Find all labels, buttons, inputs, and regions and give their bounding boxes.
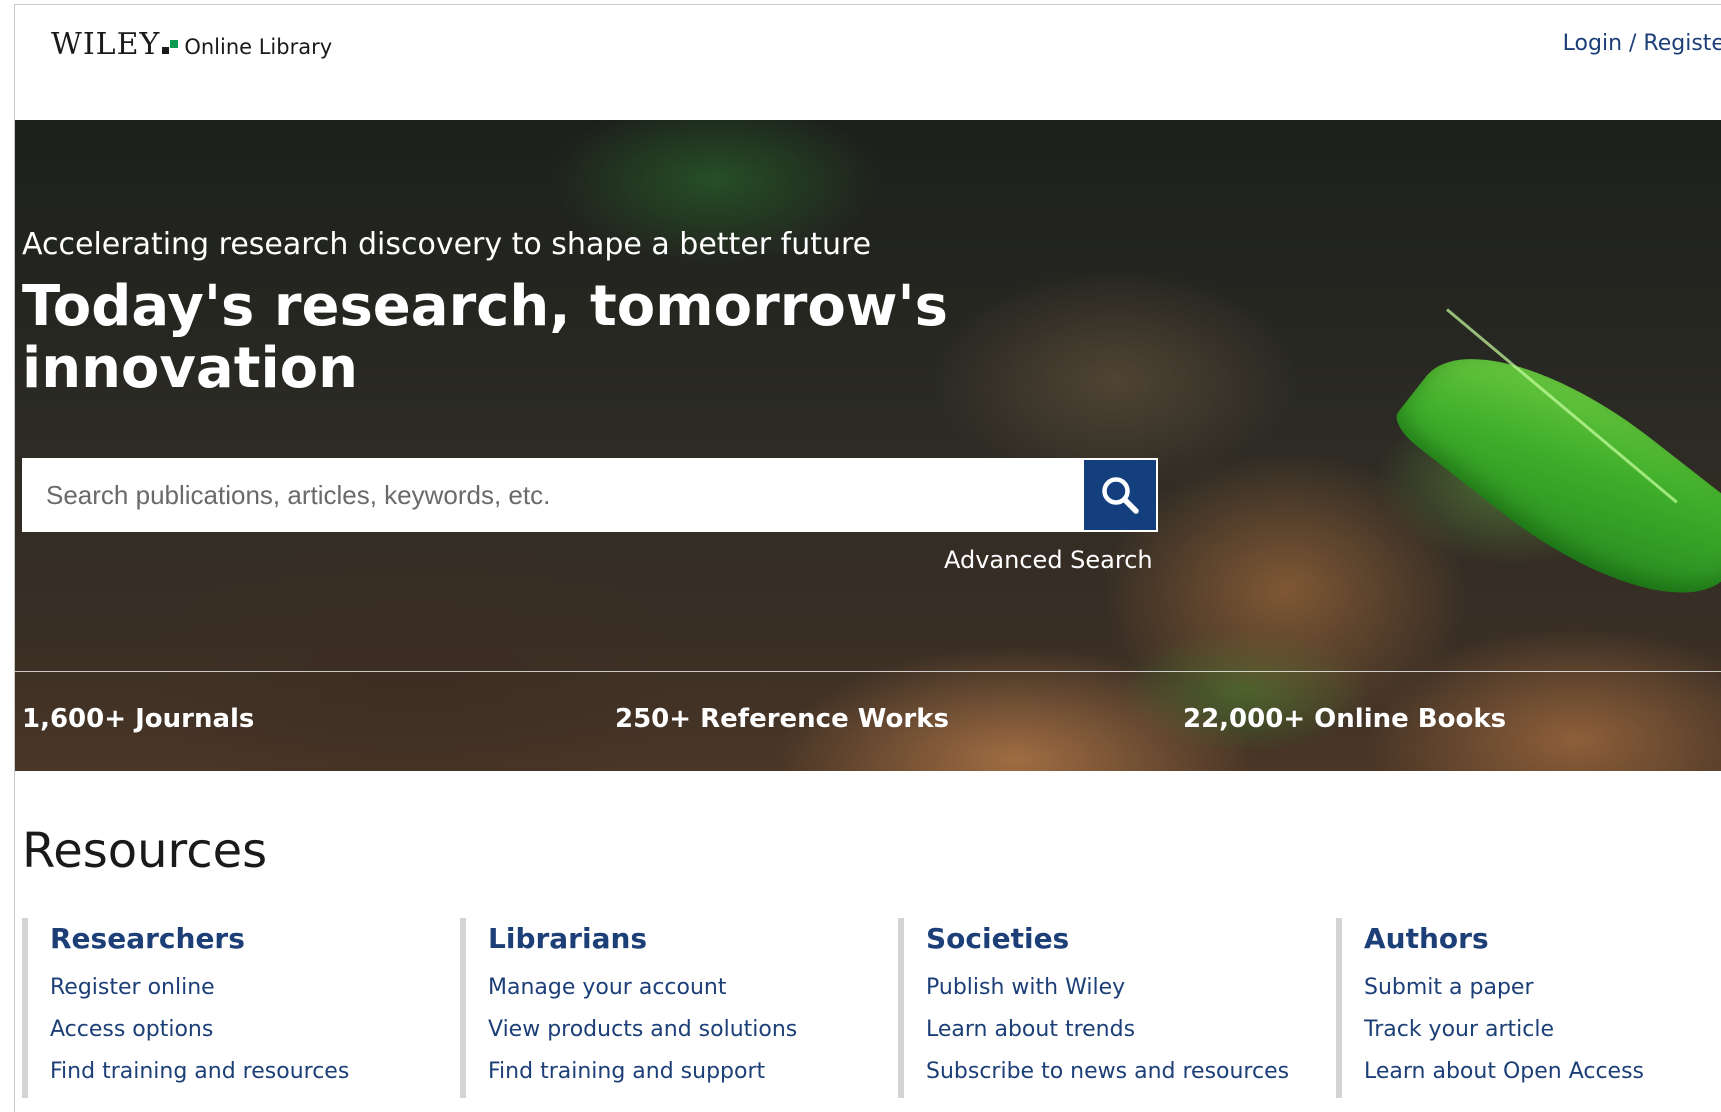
page: WILEY Online Library Login / Register Ac…	[14, 4, 1721, 1112]
resource-column-researchers: Researchers Register online Access optio…	[22, 918, 442, 1098]
resource-heading-societies[interactable]: Societies	[926, 922, 1318, 955]
hero-title: Today's research, tomorrow's innovation	[22, 274, 948, 401]
wiley-logo[interactable]: WILEY Online Library	[51, 27, 332, 62]
hero-divider	[15, 671, 1721, 672]
login-register-link[interactable]: Login / Register	[1563, 31, 1721, 56]
resource-link[interactable]: Find training and support	[488, 1059, 880, 1084]
logo-subtitle: Online Library	[184, 35, 333, 59]
resource-link[interactable]: Find training and resources	[50, 1059, 442, 1084]
resources-heading: Resources	[22, 823, 268, 879]
resource-link[interactable]: View products and solutions	[488, 1017, 880, 1042]
stat-journals[interactable]: 1,600+ Journals	[22, 704, 254, 734]
search-icon	[1102, 477, 1139, 514]
resource-link[interactable]: Manage your account	[488, 975, 880, 1000]
search-button[interactable]	[1084, 460, 1156, 530]
resource-heading-librarians[interactable]: Librarians	[488, 922, 880, 955]
search-bar	[22, 458, 1158, 532]
hero-banner: Accelerating research discovery to shape…	[15, 120, 1721, 771]
site-header: WILEY Online Library Login / Register	[15, 5, 1721, 120]
resource-link[interactable]: Subscribe to news and resources	[926, 1059, 1318, 1084]
leaf-image	[1388, 305, 1721, 646]
logo-wordmark: WILEY	[51, 27, 161, 62]
resource-link[interactable]: Learn about Open Access	[1364, 1059, 1721, 1084]
stat-reference-works[interactable]: 250+ Reference Works	[615, 704, 949, 734]
advanced-search-link[interactable]: Advanced Search	[944, 546, 1153, 574]
resource-link[interactable]: Access options	[50, 1017, 442, 1042]
resource-link[interactable]: Track your article	[1364, 1017, 1721, 1042]
logo-square-green	[170, 40, 179, 48]
resource-column-authors: Authors Submit a paper Track your articl…	[1336, 918, 1721, 1098]
resource-column-librarians: Librarians Manage your account View prod…	[460, 918, 880, 1098]
logo-square-dark	[162, 47, 170, 54]
resource-link[interactable]: Register online	[50, 975, 442, 1000]
resource-heading-authors[interactable]: Authors	[1364, 922, 1721, 955]
hero-tagline: Accelerating research discovery to shape…	[22, 227, 872, 262]
search-input[interactable]	[22, 458, 1084, 532]
resource-link[interactable]: Submit a paper	[1364, 975, 1721, 1000]
resource-column-societies: Societies Publish with Wiley Learn about…	[898, 918, 1318, 1098]
stat-online-books[interactable]: 22,000+ Online Books	[1183, 704, 1506, 734]
resource-heading-researchers[interactable]: Researchers	[50, 922, 442, 955]
logo-squares-icon	[162, 38, 180, 54]
resource-link[interactable]: Learn about trends	[926, 1017, 1318, 1042]
browser-frame: WILEY Online Library Login / Register Ac…	[0, 0, 1721, 1112]
resource-link[interactable]: Publish with Wiley	[926, 975, 1318, 1000]
